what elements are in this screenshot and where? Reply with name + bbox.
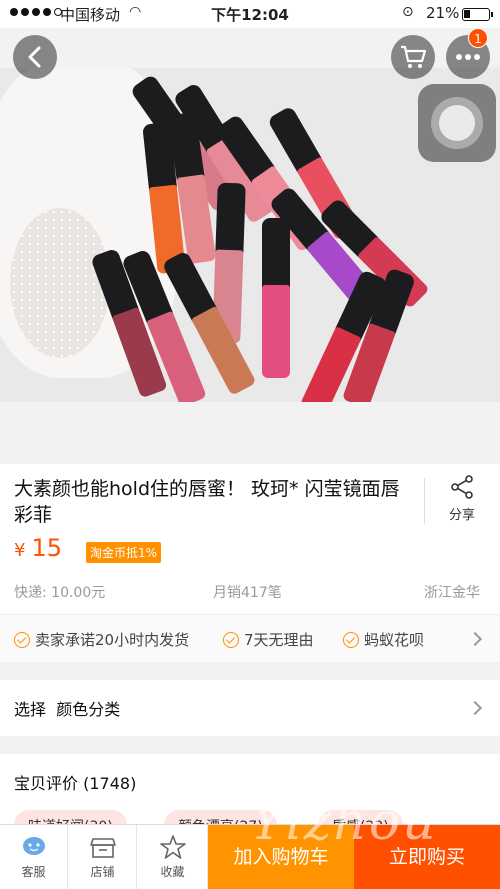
- service-label: 客服: [21, 865, 46, 879]
- cart-button[interactable]: [391, 35, 435, 79]
- battery-icon: [462, 8, 493, 21]
- rotation-lock-icon: ⊙: [402, 4, 414, 20]
- store-icon: [89, 838, 116, 858]
- back-button[interactable]: [13, 35, 57, 79]
- star-icon: [159, 835, 186, 859]
- watermark: Yizhou: [250, 792, 438, 852]
- lipgloss-tube: [262, 218, 290, 378]
- chat-bubble-icon: [22, 837, 45, 855]
- sku-label: 选择: [14, 700, 47, 719]
- service-guarantees[interactable]: 卖家承诺20小时内发货 7天无理由 蚂蚁花呗: [0, 614, 500, 662]
- ship-from-location: 浙江金华: [424, 585, 480, 601]
- chevron-right-icon: [467, 631, 483, 647]
- guarantee-item: 蚂蚁花呗: [343, 629, 424, 650]
- currency-symbol: ¥: [14, 540, 26, 561]
- product-info: 大素颜也能hold住的唇蜜！ 玫珂* 闪莹镜面唇彩菲 分享 ¥15 淘金币抵1%…: [0, 464, 500, 614]
- share-label: 分享: [448, 508, 475, 523]
- status-time: 下午12:04: [211, 6, 289, 24]
- guarantee-item: 卖家承诺20小时内发货: [14, 629, 189, 650]
- more-dots-icon: [456, 54, 480, 60]
- monthly-sales: 月销417笔: [213, 585, 282, 601]
- battery-percent: 21%: [426, 4, 460, 22]
- shop-button[interactable]: 店铺: [69, 825, 137, 889]
- reviews-header: 宝贝评价 (1748): [14, 770, 136, 794]
- share-icon: [451, 475, 473, 499]
- shopping-cart-icon: [401, 45, 427, 68]
- product-price: ¥15: [14, 534, 62, 562]
- image-footer: [0, 402, 500, 464]
- price-value: 15: [31, 534, 62, 562]
- reviews-title: 宝贝评价: [14, 774, 79, 793]
- check-circle-icon: [343, 631, 359, 648]
- notification-badge: 1: [468, 28, 488, 48]
- assistive-touch-button[interactable]: [418, 84, 496, 162]
- divider: [424, 478, 425, 524]
- guarantee-label: 7天无理由: [244, 631, 314, 649]
- favorite-button[interactable]: 收藏: [138, 825, 208, 889]
- shop-label: 店铺: [90, 865, 115, 879]
- image-lace: [10, 208, 110, 358]
- status-bar: 中国移动 ◠ 下午12:04 ⊙ 21%: [0, 0, 500, 28]
- chevron-right-icon: [467, 700, 483, 716]
- product-title: 大素颜也能hold住的唇蜜！ 玫珂* 闪莹镜面唇彩菲: [14, 478, 400, 526]
- customer-service-button[interactable]: 客服: [0, 825, 68, 889]
- sku-value: 颜色分类: [56, 700, 121, 719]
- check-circle-icon: [14, 631, 30, 648]
- shipping-fee: 快递: 10.00元: [14, 585, 106, 601]
- guarantee-label: 卖家承诺20小时内发货: [35, 631, 190, 649]
- coin-discount-tag: 淘金币抵1%: [86, 542, 162, 563]
- guarantee-item: 7天无理由: [223, 629, 314, 650]
- reviews-count: (1748): [83, 774, 137, 793]
- share-button[interactable]: 分享: [437, 474, 487, 523]
- sku-selector[interactable]: 选择 颜色分类: [0, 680, 500, 736]
- favorite-label: 收藏: [160, 865, 185, 879]
- guarantee-label: 蚂蚁花呗: [364, 631, 425, 649]
- chevron-left-icon: [28, 46, 41, 68]
- check-circle-icon: [223, 631, 239, 648]
